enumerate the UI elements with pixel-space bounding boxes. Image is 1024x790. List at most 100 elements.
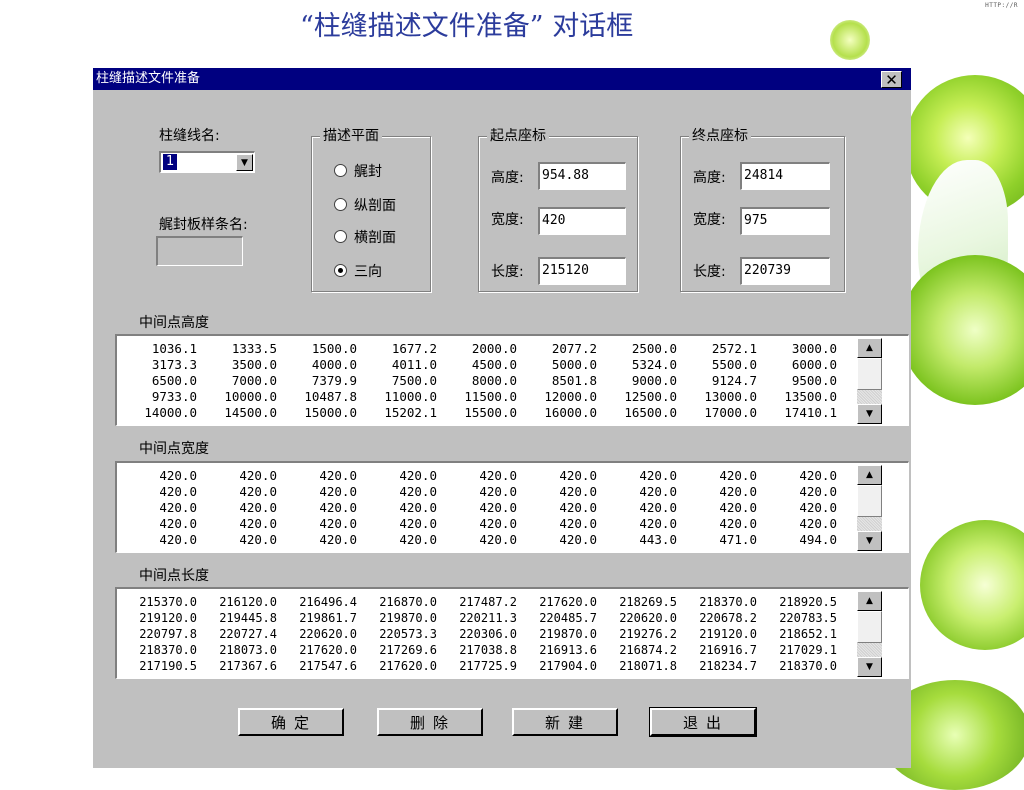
exit-button[interactable]: 退出	[649, 707, 757, 737]
radio-stern-seal[interactable]: 艉封	[334, 161, 382, 181]
close-button[interactable]: ✕	[881, 71, 902, 88]
end-point-group-title: 终点座标	[689, 127, 751, 145]
start-height-input[interactable]: 954.88	[538, 162, 626, 190]
close-icon: ✕	[885, 71, 898, 89]
start-point-group: 起点座标 高度: 954.88 宽度: 420 长度: 215120	[478, 127, 638, 292]
radio-circle-checked	[334, 264, 347, 277]
scrollbar-thumb[interactable]	[857, 485, 882, 517]
list-cell: 14500.0	[224, 405, 277, 420]
decorative-flower	[830, 20, 870, 60]
scrollbar-thumb[interactable]	[857, 358, 882, 390]
table-row[interactable]: 420.0 420.0 420.0 420.0 420.0 420.0 420.0 420.0…	[117, 497, 837, 515]
table-row[interactable]: 217190.5 217367.6 217547.6 217620.0 217725.9…	[117, 655, 837, 673]
list-cell: 217367.6	[219, 659, 277, 673]
seam-line-dropdown[interactable]: 1 ▼	[159, 151, 255, 173]
list-cell: 420.0	[479, 532, 517, 547]
mid-width-label: 中间点宽度	[139, 441, 209, 457]
table-row[interactable]: 420.0 420.0 420.0 420.0 420.0 420.0 420.0 420.0…	[117, 465, 837, 483]
radio-label: 纵剖面	[354, 198, 396, 214]
list-cell: 16000.0	[544, 405, 597, 420]
table-row[interactable]: 420.0 420.0 420.0 420.0 420.0 420.0 420.0 420.0…	[117, 481, 837, 499]
table-row[interactable]: 219120.0 219445.8 219861.7 219870.0 220211.3…	[117, 607, 837, 625]
slide-title: “柱缝描述文件准备” 对话框	[300, 11, 634, 42]
new-button[interactable]: 新建	[512, 708, 618, 736]
table-row[interactable]: 6500.0 7000.0 7379.9 7500.0 8000.0 8501.8 9000…	[117, 370, 837, 388]
seam-line-selected-value: 1	[163, 154, 178, 170]
list-cell: 16500.0	[624, 405, 677, 420]
decorative-flower	[920, 520, 1024, 650]
end-width-input[interactable]: 975	[740, 207, 830, 235]
list-cell: 420.0	[239, 532, 277, 547]
mid-height-list[interactable]: 1036.1 1333.5 1500.0 1677.2 2000.0 2077.2 2500…	[115, 334, 909, 426]
radio-circle	[334, 230, 347, 243]
list-cell: 15202.1	[384, 405, 437, 420]
list-cell: 17000.0	[704, 405, 757, 420]
table-row[interactable]: 9733.0 10000.0 10487.8 11000.0 11500.0 12000.…	[117, 386, 837, 404]
start-width-value: 420	[542, 213, 566, 228]
board-strip-label: 艉封板样条名:	[159, 217, 248, 233]
decorative-flower	[900, 255, 1024, 405]
table-row[interactable]: 220797.8 220727.4 220620.0 220573.3 220306.0…	[117, 623, 837, 641]
delete-button[interactable]: 删除	[377, 708, 483, 736]
table-row[interactable]: 215370.0 216120.0 216496.4 216870.0 217487.2…	[117, 591, 837, 609]
list-cell: 17410.1	[784, 405, 837, 420]
table-row[interactable]: 3173.3 3500.0 4000.0 4011.0 4500.0 5000.0 5324…	[117, 354, 837, 372]
dropdown-arrow-icon[interactable]: ▼	[236, 154, 253, 171]
dialog-title: 柱缝描述文件准备	[96, 71, 201, 86]
list-cell: 218234.7	[699, 659, 757, 673]
scroll-up-icon[interactable]: ▲	[857, 338, 882, 358]
radio-three-way[interactable]: 三向	[334, 261, 382, 281]
table-row[interactable]: 420.0 420.0 420.0 420.0 420.0 420.0 420.0 420.0…	[117, 513, 837, 531]
vertical-scrollbar[interactable]: ▲ ▼	[857, 591, 882, 677]
start-length-input[interactable]: 215120	[538, 257, 626, 285]
list-cell: 420.0	[159, 532, 197, 547]
start-width-input[interactable]: 420	[538, 207, 626, 235]
start-length-value: 215120	[542, 263, 589, 278]
list-cell: 443.0	[639, 532, 677, 547]
list-cell: 420.0	[559, 532, 597, 547]
table-row[interactable]: 420.0 420.0 420.0 420.0 420.0 420.0 443.0 471.0…	[117, 529, 837, 547]
scroll-up-icon[interactable]: ▲	[857, 591, 882, 611]
list-cell: 15000.0	[304, 405, 357, 420]
vertical-scrollbar[interactable]: ▲ ▼	[857, 338, 882, 424]
scroll-up-icon[interactable]: ▲	[857, 465, 882, 485]
end-length-value: 220739	[744, 263, 791, 278]
list-cell: 494.0	[799, 532, 837, 547]
start-width-label: 宽度:	[491, 212, 524, 228]
table-row[interactable]: 14000.0 14500.0 15000.0 15202.1 15500.0 16000…	[117, 402, 837, 420]
board-strip-value	[158, 242, 160, 257]
radio-transverse-section[interactable]: 横剖面	[334, 227, 396, 247]
vertical-scrollbar[interactable]: ▲ ▼	[857, 465, 882, 551]
radio-dot-icon	[338, 268, 343, 273]
end-width-label: 宽度:	[693, 212, 726, 228]
list-cell: 14000.0	[144, 405, 197, 420]
list-cell: 15500.0	[464, 405, 517, 420]
scroll-down-icon[interactable]: ▼	[857, 404, 882, 424]
list-cell: 420.0	[319, 532, 357, 547]
list-cell: 218071.8	[619, 659, 677, 673]
list-cell: 420.0	[399, 532, 437, 547]
list-cell: 217620.0	[379, 659, 437, 673]
scrollbar-thumb[interactable]	[857, 611, 882, 643]
radio-label: 三向	[354, 264, 382, 280]
start-point-group-title: 起点座标	[487, 127, 549, 145]
radio-label: 横剖面	[354, 230, 396, 246]
end-height-input[interactable]: 24814	[740, 162, 830, 190]
dialog-titlebar[interactable]: 柱缝描述文件准备 ✕	[93, 68, 911, 90]
ok-button[interactable]: 确定	[238, 708, 344, 736]
start-height-label: 高度:	[491, 170, 524, 186]
end-length-input[interactable]: 220739	[740, 257, 830, 285]
mid-width-rows: 420.0 420.0 420.0 420.0 420.0 420.0 420.0 420.0…	[117, 465, 837, 547]
scroll-down-icon[interactable]: ▼	[857, 657, 882, 677]
mid-length-list[interactable]: 215370.0 216120.0 216496.4 216870.0 217487.2…	[115, 587, 909, 679]
end-height-label: 高度:	[693, 170, 726, 186]
table-row[interactable]: 218370.0 218073.0 217620.0 217269.6 217038.8…	[117, 639, 837, 657]
mid-width-list[interactable]: 420.0 420.0 420.0 420.0 420.0 420.0 420.0 420.0…	[115, 461, 909, 553]
list-cell: 471.0	[719, 532, 757, 547]
board-strip-field[interactable]	[156, 236, 243, 266]
mid-length-label: 中间点长度	[139, 568, 209, 584]
scroll-down-icon[interactable]: ▼	[857, 531, 882, 551]
start-height-value: 954.88	[542, 168, 589, 183]
table-row[interactable]: 1036.1 1333.5 1500.0 1677.2 2000.0 2077.2 2500…	[117, 338, 837, 356]
radio-longitudinal-section[interactable]: 纵剖面	[334, 195, 396, 215]
